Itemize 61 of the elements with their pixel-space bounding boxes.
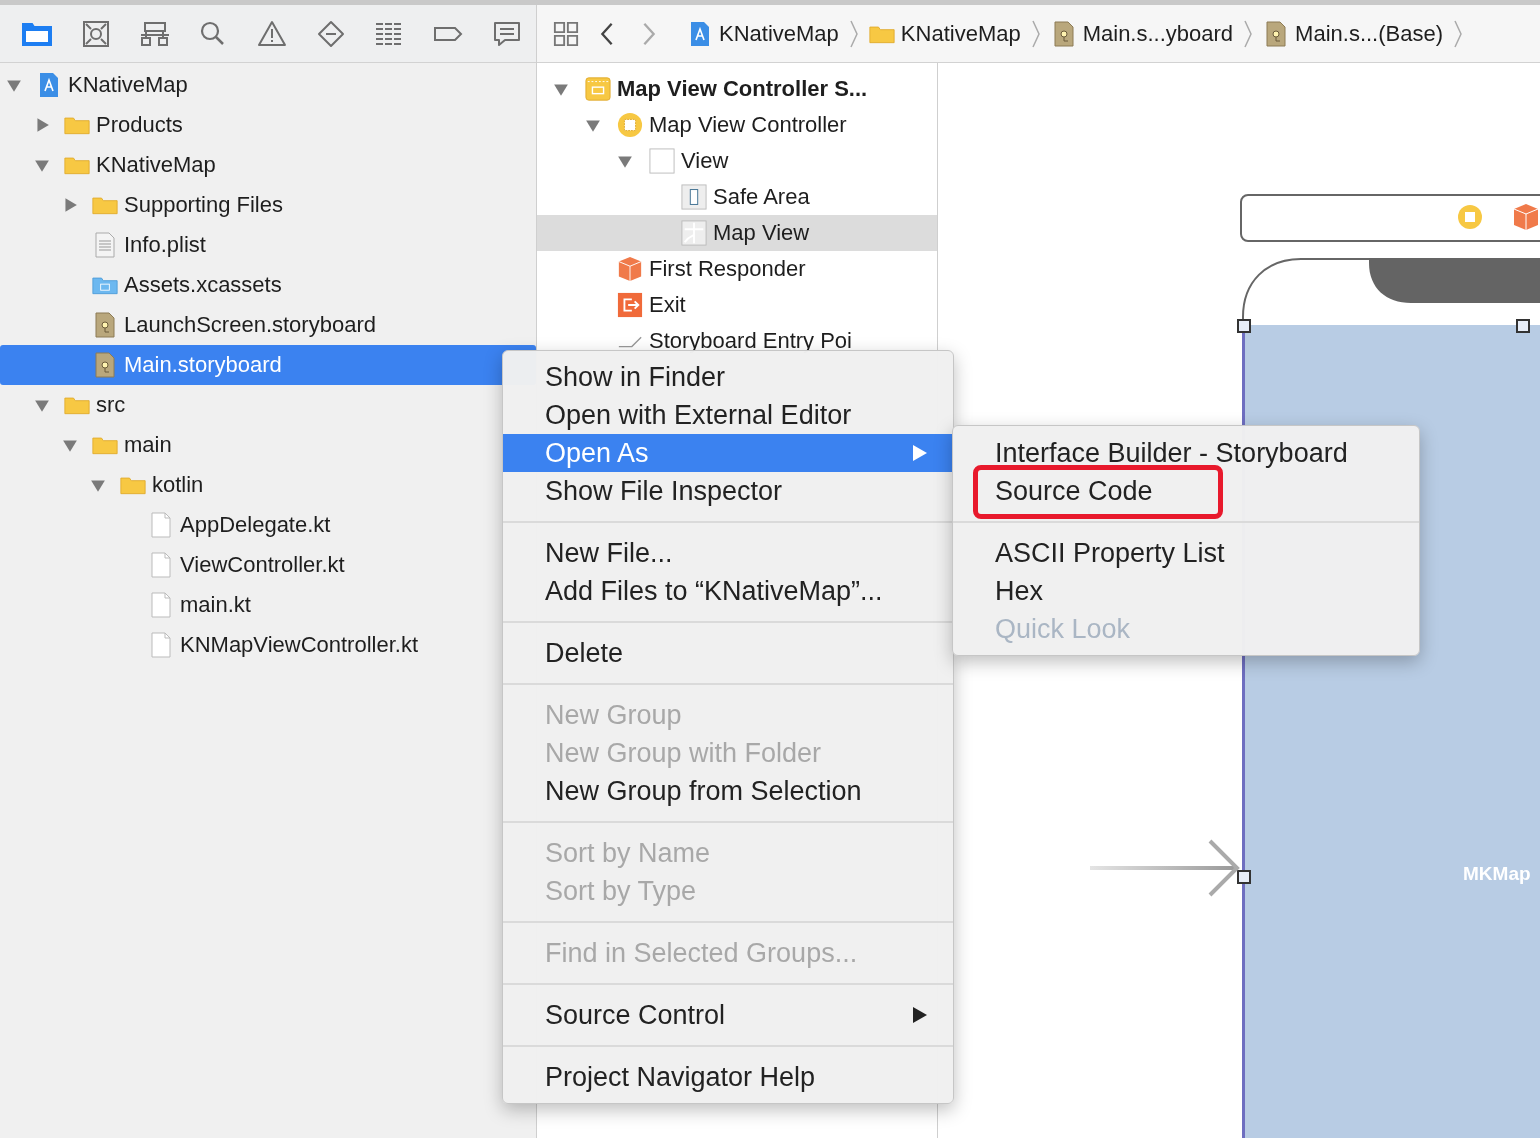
file-tree-item[interactable]: KNativeMap: [0, 65, 536, 105]
disclosure-triangle[interactable]: [6, 77, 22, 93]
outline-item[interactable]: Map View: [537, 215, 937, 251]
view-icon: [649, 148, 675, 174]
file-icon: [148, 632, 174, 658]
outline-item[interactable]: Map View Controller S...: [537, 71, 937, 107]
disclosure-triangle[interactable]: [34, 397, 50, 413]
file-icon: [148, 552, 174, 578]
safe-area-icon: [681, 184, 707, 210]
file-tree-item[interactable]: LaunchScreen.storyboard: [0, 305, 536, 345]
disclosure-triangle[interactable]: [62, 437, 78, 453]
submenu-arrow-icon: [911, 444, 929, 462]
menu-item[interactable]: New Group from Selection: [503, 772, 953, 810]
storyboard-file-icon: [92, 312, 118, 338]
file-tree-item[interactable]: Assets.xcassets: [0, 265, 536, 305]
outline-item[interactable]: Map View Controller: [537, 107, 937, 143]
file-tree-item[interactable]: Products: [0, 105, 536, 145]
breadcrumb-item[interactable]: Main.s...(Base): [1259, 20, 1448, 47]
menu-item[interactable]: Project Navigator Help: [503, 1058, 953, 1096]
controller-icon: [617, 112, 643, 138]
chevron-separator-icon: [1030, 18, 1041, 49]
disclosure-triangle[interactable]: [585, 117, 601, 133]
file-tree-item[interactable]: Info.plist: [0, 225, 536, 265]
disclosure-triangle[interactable]: [553, 81, 569, 97]
breadcrumb-item[interactable]: KNativeMap: [864, 20, 1025, 47]
outline-item[interactable]: Safe Area: [537, 179, 937, 215]
cube-icon: [617, 256, 643, 282]
scene-icon: [585, 76, 611, 102]
file-tree-item[interactable]: Supporting Files: [0, 185, 536, 225]
map-view-label: MKMap: [1463, 863, 1531, 885]
outline-item[interactable]: Storyboard Entry Poi: [537, 323, 937, 359]
breadcrumb-item[interactable]: KNativeMap: [683, 20, 843, 47]
plist-file-icon: [92, 232, 118, 258]
disclosure-triangle[interactable]: [617, 153, 633, 169]
file-icon: [148, 592, 174, 618]
outline-item[interactable]: First Responder: [537, 251, 937, 287]
chevron-separator-icon: [848, 18, 859, 49]
resize-handle[interactable]: [1237, 319, 1251, 333]
disclosure-triangle[interactable]: [90, 477, 106, 493]
outline-item[interactable]: Exit: [537, 287, 937, 323]
chevron-separator-icon: [1243, 18, 1254, 49]
exit-icon: [617, 292, 643, 318]
menu-item[interactable]: Source Control: [503, 996, 953, 1034]
menu-item[interactable]: Open As: [503, 434, 953, 472]
resize-handle[interactable]: [1516, 319, 1530, 333]
submenu-arrow-icon: [911, 1006, 929, 1024]
storyboard-file-icon: [92, 352, 118, 378]
resize-handle[interactable]: [1237, 870, 1251, 884]
chevron-separator-icon: [1453, 18, 1464, 49]
file-tree-item[interactable]: Main.storyboard: [0, 345, 536, 385]
breadcrumb-item[interactable]: Main.s...yboard: [1046, 20, 1238, 47]
map-icon: [681, 220, 707, 246]
disclosure-triangle[interactable]: [34, 117, 50, 133]
back-chevron-icon[interactable]: [599, 20, 615, 47]
grid-icon[interactable]: [553, 20, 579, 47]
file-tree-item[interactable]: KNativeMap: [0, 145, 536, 185]
disclosure-triangle[interactable]: [62, 197, 78, 213]
file-icon: [148, 512, 174, 538]
cube-icon[interactable]: [1512, 203, 1540, 231]
disclosure-triangle[interactable]: [34, 157, 50, 173]
outline-item[interactable]: View: [537, 143, 937, 179]
